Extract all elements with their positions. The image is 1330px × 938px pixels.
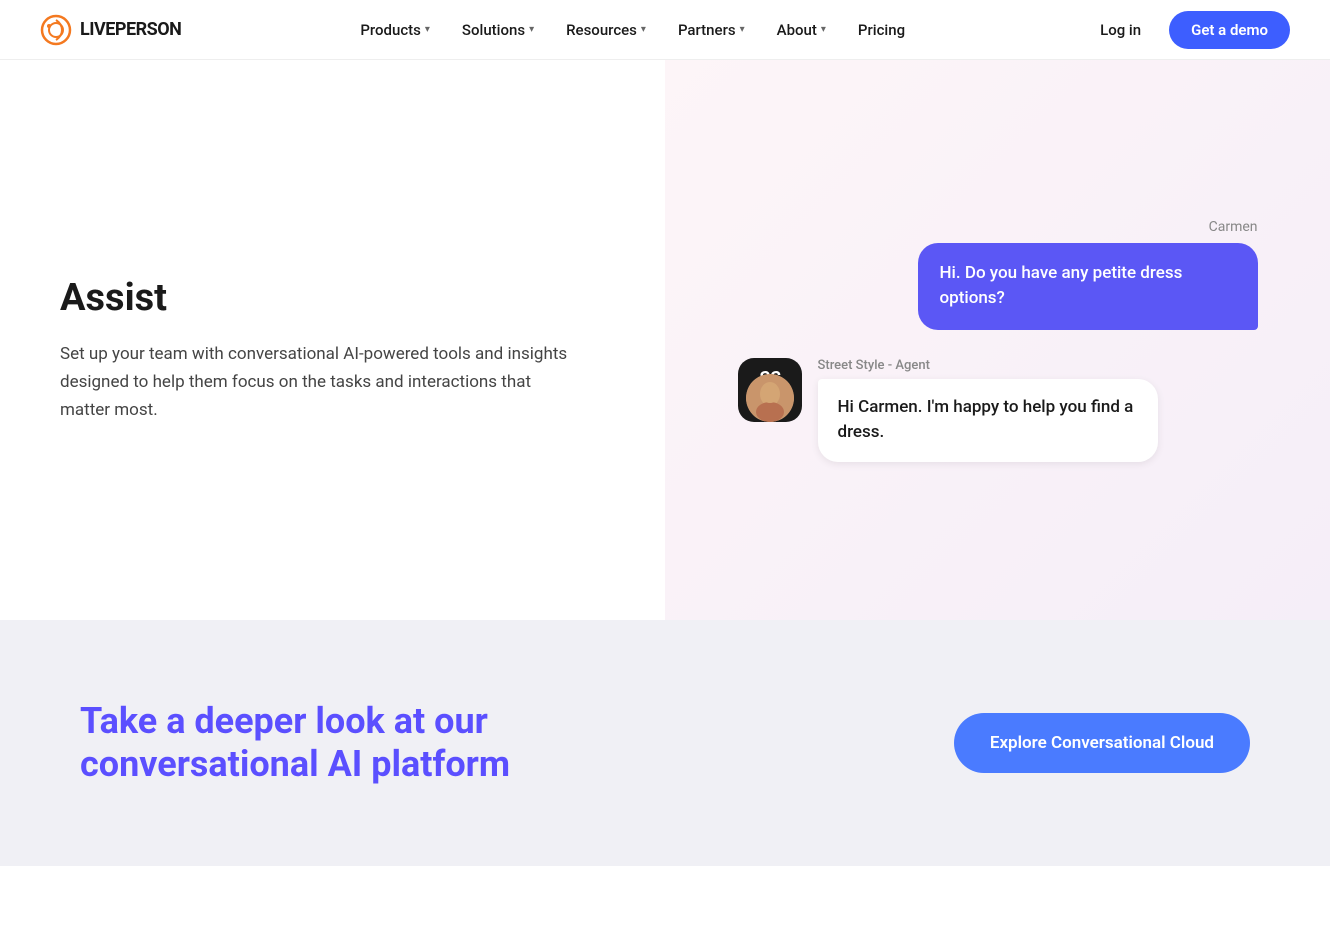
- agent-avatar: SS: [738, 358, 802, 422]
- cta-section: Take a deeper look at our conversational…: [0, 620, 1330, 866]
- agent-chat-bubble: Hi Carmen. I'm happy to help you find a …: [818, 379, 1158, 462]
- chevron-down-icon: ▾: [641, 24, 646, 35]
- nav-item-about[interactable]: About ▾: [763, 13, 840, 47]
- chevron-down-icon: ▾: [425, 24, 430, 35]
- left-panel: Assist Set up your team with conversatio…: [0, 60, 665, 620]
- customer-chat-bubble: Hi. Do you have any petite dress options…: [918, 243, 1258, 330]
- logo-text: LIVEPERSON: [80, 19, 181, 40]
- nav-actions: Log in Get a demo: [1084, 11, 1290, 49]
- nav-link-products[interactable]: Products ▾: [346, 13, 444, 47]
- agent-face-svg: [746, 374, 794, 422]
- logo-icon: [40, 14, 72, 46]
- agent-message-row: SS Street Style - Agent Hi Carmen. I'm h…: [738, 358, 1258, 462]
- get-demo-button[interactable]: Get a demo: [1169, 11, 1290, 49]
- nav-link-about[interactable]: About ▾: [763, 13, 840, 47]
- cta-heading: Take a deeper look at our conversational…: [80, 700, 580, 786]
- nav-item-solutions[interactable]: Solutions ▾: [448, 13, 548, 47]
- main-nav: LIVEPERSON Products ▾ Solutions ▾ Resour…: [0, 0, 1330, 60]
- chat-container: Carmen Hi. Do you have any petite dress …: [718, 179, 1278, 502]
- customer-name-label: Carmen: [738, 219, 1258, 235]
- nav-item-partners[interactable]: Partners ▾: [664, 13, 759, 47]
- nav-item-products[interactable]: Products ▾: [346, 13, 444, 47]
- logo[interactable]: LIVEPERSON: [40, 14, 181, 46]
- right-panel: Carmen Hi. Do you have any petite dress …: [665, 60, 1330, 620]
- nav-link-partners[interactable]: Partners ▾: [664, 13, 759, 47]
- chevron-down-icon: ▾: [821, 24, 826, 35]
- customer-message-group: Carmen Hi. Do you have any petite dress …: [738, 219, 1258, 330]
- nav-link-resources[interactable]: Resources ▾: [552, 13, 660, 47]
- nav-item-resources[interactable]: Resources ▾: [552, 13, 660, 47]
- nav-link-pricing[interactable]: Pricing: [844, 13, 919, 47]
- assist-title: Assist: [60, 276, 605, 320]
- agent-name-label: Street Style - Agent: [818, 358, 1258, 373]
- login-button[interactable]: Log in: [1084, 13, 1157, 47]
- chevron-down-icon: ▾: [740, 24, 745, 35]
- agent-photo: [746, 374, 794, 422]
- assist-description: Set up your team with conversational AI-…: [60, 340, 580, 424]
- nav-link-solutions[interactable]: Solutions ▾: [448, 13, 548, 47]
- chevron-down-icon: ▾: [529, 24, 534, 35]
- agent-message-col: Street Style - Agent Hi Carmen. I'm happ…: [818, 358, 1258, 462]
- main-content: Assist Set up your team with conversatio…: [0, 60, 1330, 620]
- nav-links: Products ▾ Solutions ▾ Resources ▾ Partn…: [346, 13, 919, 47]
- nav-item-pricing[interactable]: Pricing: [844, 13, 919, 47]
- explore-button[interactable]: Explore Conversational Cloud: [954, 713, 1250, 773]
